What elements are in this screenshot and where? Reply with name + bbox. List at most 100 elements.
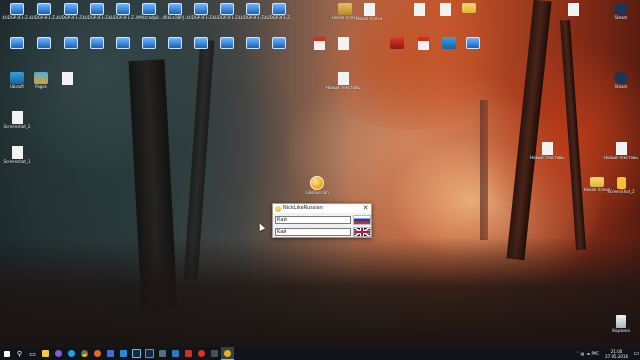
text-file-icon [337, 72, 349, 85]
notification-button[interactable]: ▭ [631, 347, 640, 360]
computer-icon [90, 37, 104, 49]
recycle-bin[interactable]: Корзина [604, 315, 638, 341]
taskbar-app[interactable] [39, 347, 52, 360]
window-titlebar[interactable]: NickLikeRussian ✕ [273, 204, 371, 213]
english-row [275, 227, 371, 237]
desktop-shortcut[interactable]: Steam [604, 72, 638, 98]
taskbar-app[interactable] [65, 347, 78, 360]
desktop-shortcut[interactable]: Новый текстовый [604, 142, 638, 168]
record-icon [198, 350, 205, 357]
folder-icon [590, 177, 604, 187]
taskbar-app[interactable] [78, 347, 91, 360]
computer-icon [246, 37, 260, 49]
media-icon [107, 350, 114, 357]
taskbar-app[interactable] [130, 347, 143, 360]
computer-icon [194, 37, 208, 49]
system-tray: ˄ ▤ ◄ РУС 21:00 27.05.2016 ▭ [575, 347, 640, 360]
computer-icon [10, 37, 24, 49]
computer-icon [142, 3, 156, 15]
desktop-shortcut[interactable]: 4UDGP3F1-Z... [262, 3, 296, 29]
taskbar-app[interactable] [195, 347, 208, 360]
computer-icon [142, 37, 156, 49]
search-button[interactable]: ⚲ [13, 347, 26, 360]
desktop-shortcut[interactable] [50, 72, 84, 98]
computer-icon [90, 3, 104, 15]
steam-icon [614, 72, 628, 84]
taskbar-app[interactable] [52, 347, 65, 360]
photoshop-icon [145, 349, 154, 358]
volume-icon[interactable]: ◄ [586, 351, 589, 356]
computer-icon [168, 3, 182, 15]
mouse-cursor [256, 222, 266, 231]
chrome-icon [81, 350, 88, 357]
folder-icon [462, 3, 476, 13]
computer-icon [272, 37, 286, 49]
computer-icon [37, 37, 51, 49]
window-icon [159, 350, 166, 357]
pdf-icon [313, 37, 325, 50]
desktop-shortcut[interactable]: Screenshot_1 [0, 146, 34, 172]
computer-icon [10, 3, 24, 15]
text-file-icon [615, 142, 627, 155]
taskbar-app[interactable] [117, 347, 130, 360]
pdf-icon [417, 37, 429, 50]
task-view-button[interactable]: ▭ [26, 347, 39, 360]
taskbar-app[interactable] [104, 347, 117, 360]
taskbar-app[interactable] [169, 347, 182, 360]
desktop-shortcut[interactable] [456, 37, 490, 63]
computer-icon [116, 37, 130, 49]
taskbar-app-likerussian[interactable] [221, 347, 234, 360]
lock-icon [616, 177, 626, 189]
coin-icon [310, 176, 324, 190]
uk-flag-button[interactable] [353, 227, 371, 237]
computer-icon [194, 3, 208, 15]
coin-icon [224, 349, 231, 357]
computer-icon [272, 3, 286, 15]
desktop-shortcut[interactable]: Steam [604, 3, 638, 29]
app-icon [442, 37, 456, 49]
document-icon [363, 3, 375, 16]
shield-icon [185, 350, 192, 357]
desktop-wallpaper: 4UDGP3F1-Z... 4UDGP3F1-Z... 4UDGP3F1-Z..… [0, 0, 640, 347]
desktop-shortcut[interactable]: Новый текстовый [530, 142, 564, 168]
desktop-shortcut[interactable] [262, 37, 296, 63]
computer-icon [220, 3, 234, 15]
taskbar-app[interactable] [208, 347, 221, 360]
taskbar-app[interactable] [143, 347, 156, 360]
chevron-up-icon[interactable]: ˄ [577, 351, 579, 356]
computer-icon [246, 3, 260, 15]
browser-icon [94, 350, 101, 357]
document-icon [61, 72, 73, 85]
network-icon[interactable]: ▤ [581, 351, 585, 356]
russian-row [275, 215, 371, 225]
desktop-shortcut[interactable] [556, 3, 590, 29]
flash-icon [390, 37, 404, 49]
image-file-icon [11, 111, 23, 124]
computer-icon [64, 3, 78, 15]
start-button[interactable] [0, 347, 13, 360]
desktop-shortcut[interactable]: ScreenShot_2 [604, 177, 638, 203]
taskbar: ⚲ ▭ ˄ ▤ ◄ РУС 21:00 27.05.2016 ▭ [0, 347, 640, 360]
desktop-shortcut[interactable]: Screenshot_2 [0, 111, 34, 137]
steam-icon [132, 349, 141, 358]
taskbar-app[interactable] [156, 347, 169, 360]
desktop-shortcut[interactable]: Новая папка [352, 3, 386, 29]
taskbar-app[interactable] [182, 347, 195, 360]
taskbar-app[interactable] [91, 347, 104, 360]
desktop-shortcut[interactable] [326, 37, 360, 63]
likerussian-shortcut[interactable]: LikeRussian [304, 176, 330, 200]
network-icon [466, 37, 480, 49]
clock-date: 27.05.2016 [605, 353, 628, 359]
image-file-icon [11, 146, 23, 159]
english-text-input[interactable] [275, 228, 351, 236]
russian-text-input[interactable] [275, 216, 351, 224]
text-file-icon [541, 142, 553, 155]
language-indicator[interactable]: РУС [591, 351, 599, 356]
close-button[interactable]: ✕ [361, 204, 370, 213]
clock[interactable]: 21:00 27.05.2016 [603, 349, 628, 359]
computer-icon [168, 37, 182, 49]
desktop-shortcut[interactable]: Новый текстовый [326, 72, 360, 98]
desktop-shortcut[interactable] [452, 3, 486, 29]
window-title: NickLikeRussian [283, 205, 323, 211]
russian-flag-button[interactable] [353, 215, 371, 225]
